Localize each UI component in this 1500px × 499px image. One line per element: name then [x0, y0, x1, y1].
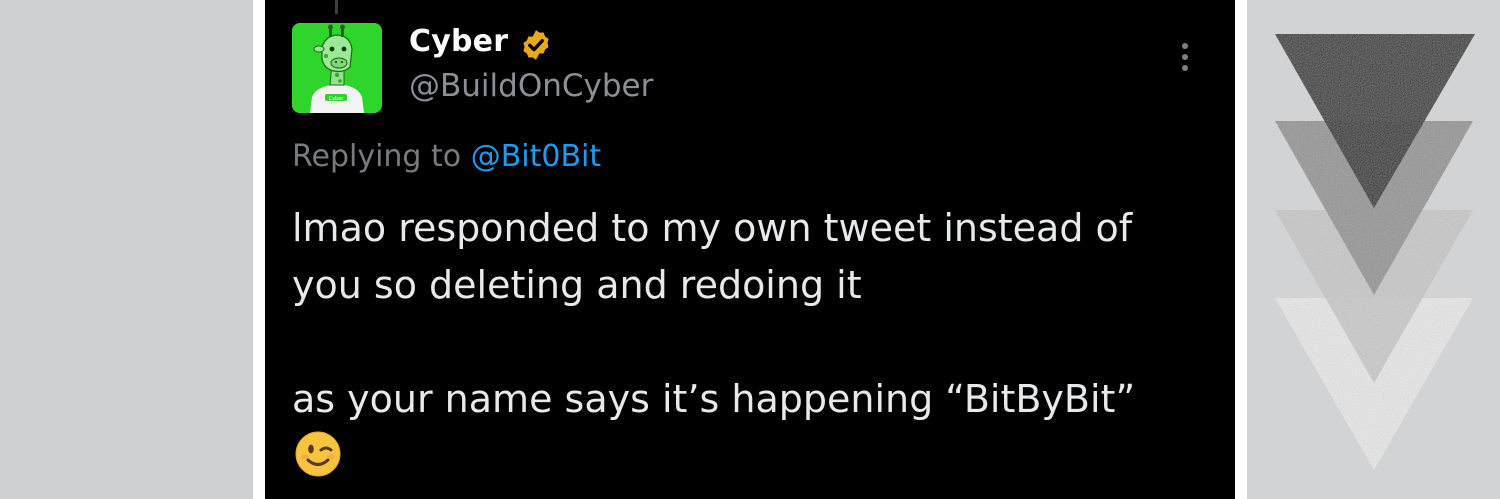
right-border [1235, 0, 1247, 499]
left-border [253, 0, 265, 499]
left-backdrop [0, 0, 253, 499]
tweet-body: lmao responded to my own tweet instead o… [292, 200, 1222, 428]
giraffe-avatar-image: Cyber [292, 23, 382, 113]
tweet-body-line: as your name says it’s happening “BitByB… [292, 377, 1136, 421]
right-backdrop-art [1247, 0, 1500, 499]
replying-to-mention-link[interactable]: @Bit0Bit [471, 139, 601, 174]
avatar-shirt-text: Cyber [329, 96, 345, 102]
stacked-triangles-art [1275, 34, 1475, 470]
tweet-body-line: you so deleting and redoing it [292, 263, 862, 307]
replying-to-label: Replying to [292, 139, 462, 174]
more-options-icon[interactable] [1177, 43, 1193, 77]
tweet-card: Cyber Cyber @BuildOnCyber Replying to @B… [265, 0, 1235, 499]
user-handle[interactable]: @BuildOnCyber [409, 68, 653, 104]
display-name[interactable]: Cyber [409, 24, 508, 59]
thread-connector-line [335, 0, 338, 14]
avatar[interactable]: Cyber [292, 23, 382, 113]
tweet-body-line: lmao responded to my own tweet instead o… [292, 206, 1133, 250]
replying-to-line: Replying to @Bit0Bit [292, 139, 601, 174]
winking-face-emoji-icon [295, 431, 341, 477]
verified-badge-icon [523, 30, 549, 60]
